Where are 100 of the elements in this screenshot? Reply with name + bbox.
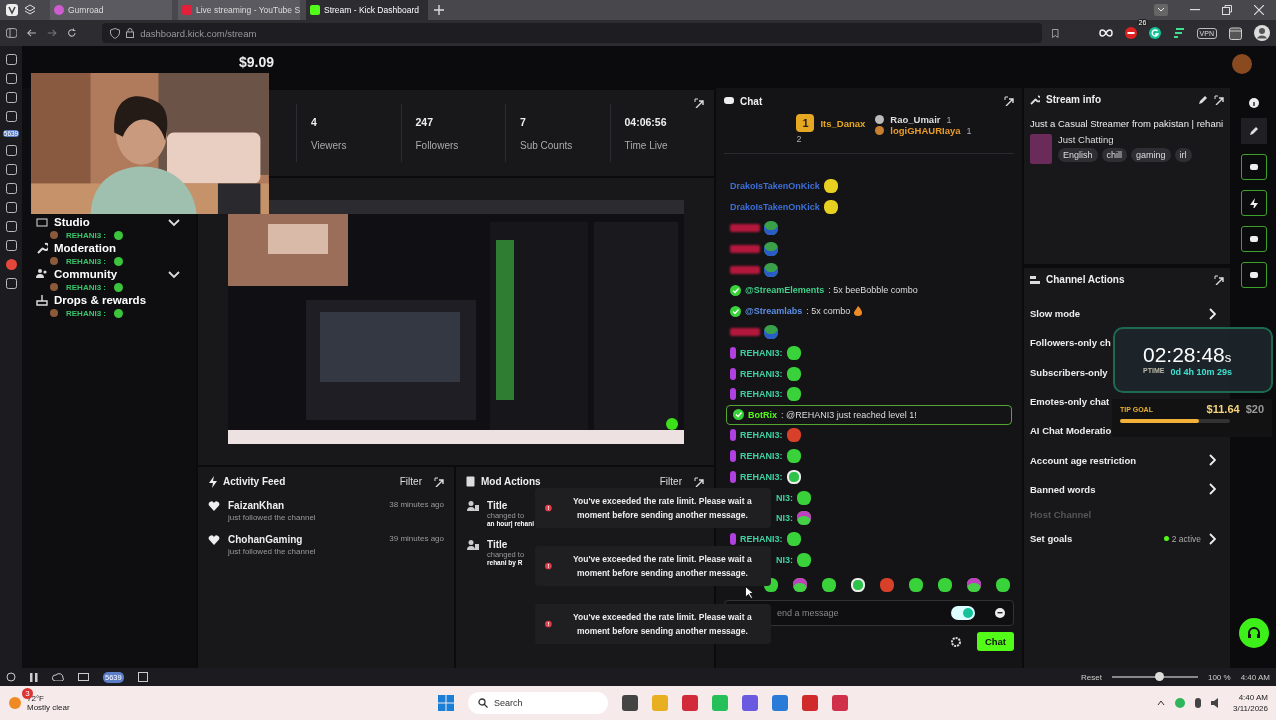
emote-icon[interactable]: [967, 578, 981, 593]
emote-icon[interactable]: [822, 578, 836, 593]
channel-action[interactable]: Subscribers-only: [1030, 366, 1108, 378]
new-tab-icon[interactable]: [434, 5, 444, 15]
nav-item[interactable]: Moderation: [36, 241, 180, 255]
address-bar[interactable]: dashboard.kick.com/stream: [102, 23, 1043, 43]
taskbar-time: 4:40 AM: [1237, 692, 1268, 703]
taskbar-app-icon[interactable]: [622, 695, 638, 711]
filter-button[interactable]: Filter: [393, 475, 428, 488]
emote-icon: [114, 230, 123, 240]
settings-icon[interactable]: [6, 672, 16, 682]
start-icon[interactable]: [438, 695, 454, 711]
panel-icon[interactable]: [5, 278, 17, 289]
stat-value: 247: [415, 115, 435, 128]
stripes-icon[interactable]: [1172, 27, 1185, 39]
infinity-icon[interactable]: [1098, 29, 1113, 37]
cloud-icon[interactable]: [52, 673, 64, 681]
nav-item[interactable]: Drops & rewards: [36, 293, 180, 307]
mic-icon[interactable]: [1195, 698, 1201, 708]
popout-icon[interactable]: [694, 476, 704, 487]
emote-icon[interactable]: [996, 578, 1010, 593]
headset-icon: [1247, 626, 1261, 640]
info-icon[interactable]: [1249, 98, 1259, 108]
close-icon[interactable]: [1254, 5, 1264, 15]
emote-icon[interactable]: [851, 578, 865, 593]
tag[interactable]: irl: [1174, 148, 1192, 162]
mail-icon[interactable]: [78, 673, 89, 681]
popout-icon[interactable]: [1004, 96, 1014, 106]
taskbar-search[interactable]: Search: [468, 692, 608, 714]
edit-icon[interactable]: [1198, 94, 1208, 105]
emoji-icon[interactable]: [995, 608, 1005, 619]
tag[interactable]: gaming: [1131, 148, 1171, 162]
chat-button[interactable]: Chat: [976, 632, 1014, 652]
chat-button[interactable]: [1241, 262, 1267, 288]
profile-icon[interactable]: [1254, 25, 1270, 41]
maximize-icon[interactable]: [1222, 5, 1232, 15]
emote-icon: [114, 282, 123, 292]
channel-action[interactable]: Emotes-only chat: [1030, 396, 1110, 408]
emote-icon[interactable]: [938, 578, 952, 593]
channel-action[interactable]: Slow mode: [1030, 308, 1081, 320]
zoom-thumb[interactable]: [1155, 672, 1165, 681]
panel-icon[interactable]: [5, 54, 17, 65]
popout-icon[interactable]: [694, 98, 704, 108]
nav-item[interactable]: Community: [36, 267, 180, 281]
emote-icon[interactable]: [909, 578, 923, 593]
activity-detail: just followed the channel: [228, 513, 316, 522]
browser-tab[interactable]: Stream - Kick Dashboard: [306, 0, 428, 20]
browser-tab[interactable]: Gumroad: [50, 0, 172, 20]
popout-icon[interactable]: [1214, 94, 1224, 105]
minimize-icon[interactable]: [1190, 9, 1200, 11]
channel-action[interactable]: Set goals: [1030, 533, 1073, 545]
channel-action[interactable]: Account age restriction: [1030, 454, 1137, 466]
bolt-icon: [1249, 198, 1259, 208]
channel-action[interactable]: AI Chat Moderatio: [1030, 425, 1112, 437]
chat-username: REHANI3:: [740, 534, 783, 545]
verified-icon: [730, 284, 741, 296]
calendar-icon[interactable]: [1229, 26, 1242, 40]
tag[interactable]: chill: [1101, 148, 1128, 162]
edit-button[interactable]: [1241, 118, 1267, 144]
nav-item[interactable]: Studio: [36, 215, 180, 229]
bolt-button[interactable]: [1241, 190, 1267, 216]
calendar-icon[interactable]: [137, 672, 148, 682]
vivaldi-icon[interactable]: [5, 259, 17, 270]
settings-icon[interactable]: [950, 636, 961, 647]
browser-tab[interactable]: Live streaming - YouTube S: [178, 0, 300, 20]
error-toast: You've exceeded the rate limit. Please wait a moment before sending another message.: [535, 488, 771, 528]
emote-icon: [764, 221, 778, 235]
forward-icon[interactable]: [46, 28, 57, 38]
popout-icon[interactable]: [434, 476, 444, 487]
grammar-icon[interactable]: [1148, 27, 1161, 39]
popout-icon[interactable]: [1214, 274, 1224, 285]
balance-amount: $9.09: [239, 54, 275, 70]
reload-icon[interactable]: [66, 27, 77, 39]
user-avatar[interactable]: [1232, 54, 1252, 74]
camera-button[interactable]: [1241, 154, 1267, 180]
emote-icon: [764, 324, 778, 339]
channel-action[interactable]: Followers-only ch: [1030, 337, 1111, 349]
tab-list-icon[interactable]: [1154, 4, 1168, 16]
tag[interactable]: English: [1058, 148, 1098, 162]
filter-button[interactable]: Filter: [653, 475, 688, 488]
back-icon[interactable]: [27, 28, 37, 38]
category-name[interactable]: Just Chatting: [1058, 134, 1192, 145]
browser-logo-icon[interactable]: [6, 4, 18, 16]
chat-text: : @REHANI3 just reached level 1!: [781, 409, 917, 420]
chat-username: DrakoIsTakenOnKick: [730, 181, 820, 192]
blocker-icon[interactable]: [1124, 27, 1137, 39]
emote-icon[interactable]: [793, 578, 807, 593]
note-button[interactable]: [1241, 226, 1267, 252]
channel-action[interactable]: Banned words: [1030, 483, 1096, 495]
panel-icon[interactable]: [5, 240, 17, 251]
message-input[interactable]: end a message: [775, 607, 951, 620]
chat-username: NI3:: [776, 513, 793, 524]
pause-icon[interactable]: [30, 672, 38, 682]
chevron-up-icon[interactable]: [1157, 700, 1165, 706]
reset-button[interactable]: Reset: [1081, 672, 1102, 682]
rank-badge: 1: [796, 114, 815, 132]
support-button[interactable]: [1239, 618, 1269, 648]
panel-toggle-icon[interactable]: [6, 27, 18, 39]
panel-icon[interactable]: [5, 221, 17, 232]
bookmark-icon[interactable]: [1052, 27, 1059, 39]
